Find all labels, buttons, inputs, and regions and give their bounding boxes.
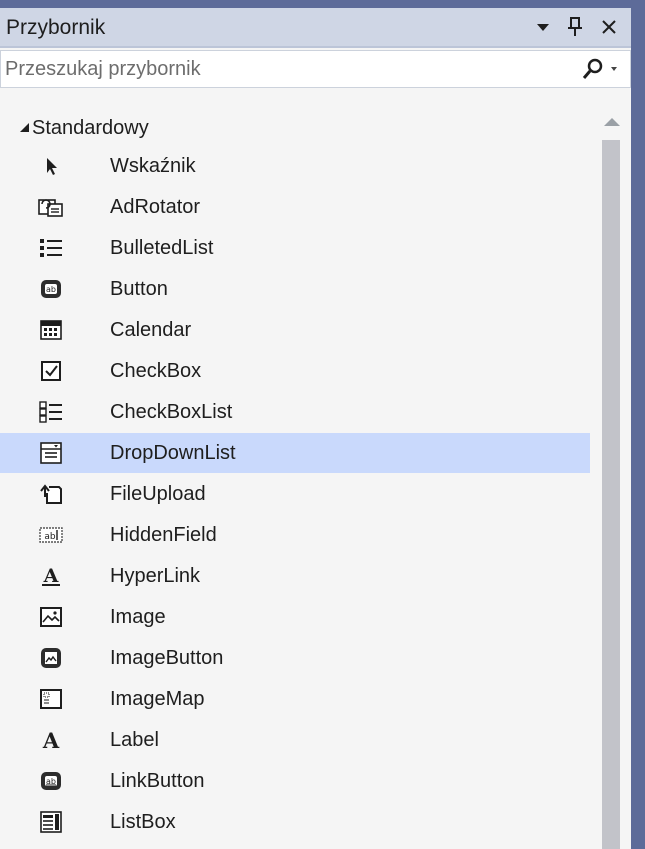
group-header-standard[interactable]: Standardowy (0, 114, 590, 146)
item-label: DropDownList (110, 442, 236, 464)
item-label: LinkButton (110, 770, 205, 792)
panel-title: Przybornik (6, 16, 106, 39)
item-label: CheckBoxList (110, 401, 233, 423)
toolbox-item-checkbox[interactable]: CheckBox (0, 351, 590, 391)
search-input[interactable] (5, 55, 545, 83)
toolbox-item-linkbutton[interactable]: ab LinkButton (0, 761, 590, 801)
toolbox-item-adrotator[interactable]: AdRotator (0, 187, 590, 227)
bulleted-list-icon (38, 235, 64, 261)
toolbox-item-fileupload[interactable]: FileUpload (0, 474, 590, 514)
toolbox-content: Standardowy Wskaźnik AdRotator BulletedL… (0, 90, 631, 849)
toolbox-item-dropdownlist[interactable]: DropDownList (0, 433, 590, 473)
caret-down-icon[interactable] (530, 14, 556, 40)
item-label: Wskaźnik (110, 155, 196, 177)
toolbox-titlebar: Przybornik (0, 8, 631, 48)
item-label: Button (110, 278, 168, 300)
close-icon[interactable] (596, 14, 622, 40)
toolbox-item-pointer[interactable]: Wskaźnik (0, 146, 590, 186)
search-icon[interactable] (581, 57, 605, 81)
label-icon: A (38, 727, 64, 753)
svg-text:A: A (43, 565, 59, 587)
toolbox-item-bulletedlist[interactable]: BulletedList (0, 228, 590, 268)
toolbox-item-imagemap[interactable]: ImageMap (0, 679, 590, 719)
dropdown-list-icon (38, 440, 64, 466)
pin-icon[interactable] (562, 14, 588, 40)
toolbox-item-hyperlink[interactable]: A HyperLink (0, 556, 590, 596)
item-label: FileUpload (110, 483, 206, 505)
link-button-icon: ab (38, 768, 64, 794)
item-label: Calendar (110, 319, 192, 341)
item-label: ImageMap (110, 688, 205, 710)
item-label: HyperLink (110, 565, 201, 587)
item-label: Label (110, 729, 159, 751)
item-label: BulletedList (110, 237, 214, 259)
calendar-icon (38, 317, 64, 343)
toolbox-item-imagebutton[interactable]: ImageButton (0, 638, 590, 678)
svg-text:ab: ab (46, 285, 56, 294)
scroll-up-arrow-icon[interactable] (604, 118, 620, 126)
hyperlink-icon: A (38, 563, 64, 589)
search-box (0, 50, 631, 88)
listbox-icon (38, 809, 64, 835)
item-label: CheckBox (110, 360, 202, 382)
search-options-chevron-icon[interactable] (609, 55, 619, 86)
group-label: Standardowy (32, 117, 149, 139)
image-map-icon (38, 686, 64, 712)
svg-text:ab: ab (44, 532, 56, 542)
scroll-thumb[interactable] (602, 140, 620, 849)
image-button-icon (38, 645, 64, 671)
item-label: HiddenField (110, 524, 217, 546)
toolbox-item-hiddenfield[interactable]: ab HiddenField (0, 515, 590, 555)
toolbox-item-calendar[interactable]: Calendar (0, 310, 590, 350)
expand-arrow-icon[interactable] (18, 121, 30, 136)
toolbox-item-button[interactable]: ab Button (0, 269, 590, 309)
file-upload-icon (38, 481, 64, 507)
adrotator-icon (38, 194, 64, 220)
image-icon (38, 604, 64, 630)
item-label: AdRotator (110, 196, 201, 218)
checkbox-icon (38, 358, 64, 384)
hidden-field-icon: ab (38, 522, 64, 548)
item-label: ImageButton (110, 647, 224, 669)
toolbox-item-label[interactable]: A Label (0, 720, 590, 760)
checkbox-list-icon (38, 399, 64, 425)
pointer-icon (38, 153, 64, 179)
toolbox-item-listbox[interactable]: ListBox (0, 802, 590, 842)
item-label: ListBox (110, 811, 176, 833)
toolbox-panel: Przybornik Przeszukaj przybornik Standar… (0, 8, 631, 849)
vertical-scrollbar[interactable] (596, 90, 626, 849)
button-icon: ab (38, 276, 64, 302)
item-label: Image (110, 606, 166, 628)
toolbox-item-image[interactable]: Image (0, 597, 590, 637)
svg-text:A: A (42, 729, 60, 751)
toolbox-item-checkboxlist[interactable]: CheckBoxList (0, 392, 590, 432)
